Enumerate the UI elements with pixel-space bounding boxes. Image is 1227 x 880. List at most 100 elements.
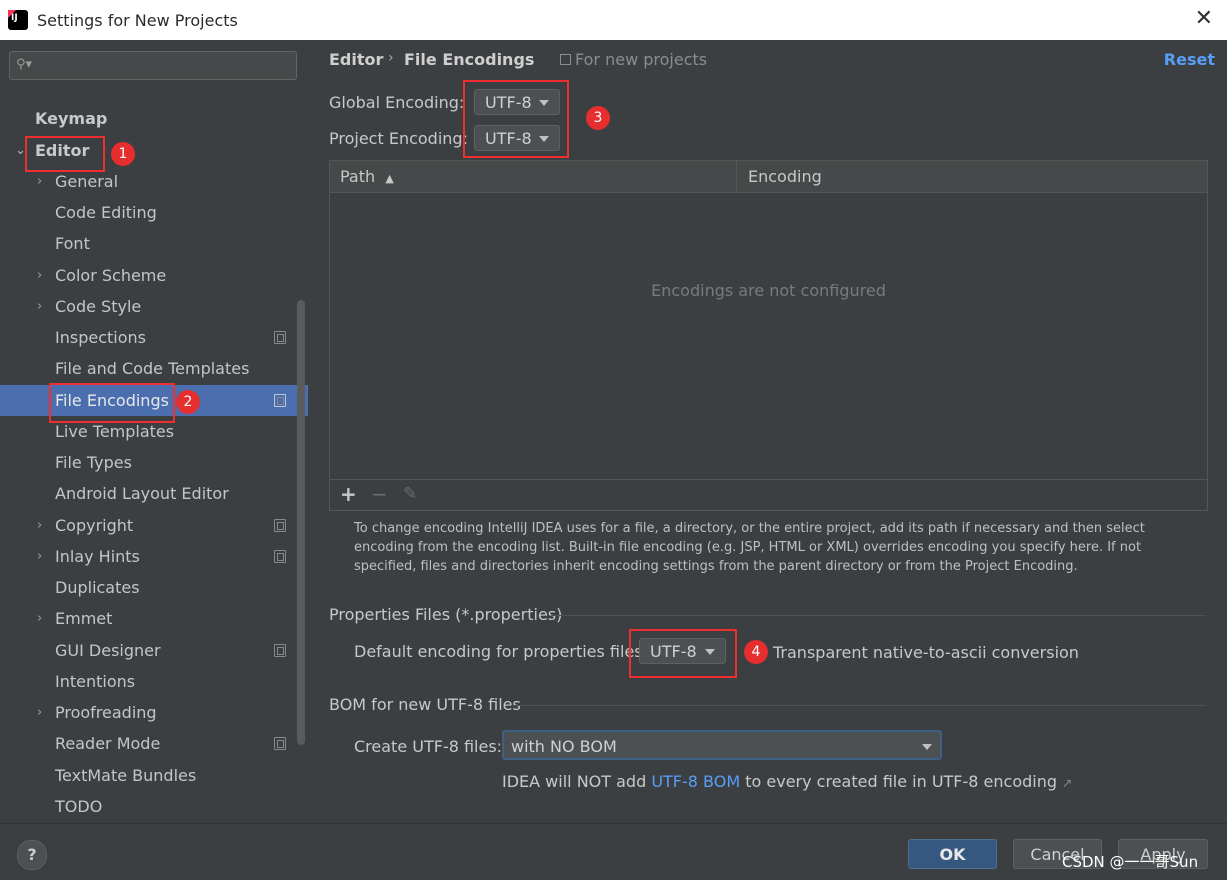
annotation-badge-4: 4 — [744, 640, 768, 664]
sidebar-item-label: Inlay Hints — [55, 547, 140, 566]
column-path-label: Path — [340, 167, 376, 186]
sidebar-item-label: Intentions — [55, 672, 136, 691]
chevron-right-icon[interactable]: › — [37, 541, 42, 572]
bom-note-text-end: to every created file in UTF-8 encoding — [740, 772, 1058, 791]
project-scope-icon — [274, 394, 286, 407]
sidebar-item-label: Duplicates — [55, 578, 140, 597]
sidebar-item-label: Code Style — [55, 297, 142, 316]
sidebar-item-label: Proofreading — [55, 703, 157, 722]
project-scope-icon — [274, 550, 286, 563]
close-icon[interactable]: ✕ — [1195, 6, 1213, 31]
project-scope-icon — [274, 737, 286, 750]
intellij-logo-icon: IJ — [8, 10, 28, 30]
sidebar-item-emmet[interactable]: › Emmet — [0, 603, 308, 634]
sidebar-item-label: GUI Designer — [55, 641, 161, 660]
chevron-right-icon[interactable]: › — [37, 603, 42, 634]
chevron-right-icon[interactable]: › — [37, 260, 42, 291]
chevron-right-icon[interactable]: › — [37, 697, 42, 728]
sidebar-item-android-layout-editor[interactable]: Android Layout Editor — [0, 478, 308, 509]
dropdown-arrow-icon — [922, 744, 932, 750]
sidebar-item-label: Emmet — [55, 609, 113, 628]
for-new-projects-text: For new projects — [575, 50, 708, 69]
table-header: Path ▲ Encoding — [330, 161, 1207, 193]
reset-link[interactable]: Reset — [1164, 50, 1215, 69]
for-new-projects-label: For new projects — [560, 50, 707, 69]
project-scope-icon — [560, 54, 571, 65]
annotation-badge-1: 1 — [111, 142, 135, 166]
sidebar-item-file-and-code-templates[interactable]: File and Code Templates — [0, 353, 308, 384]
properties-section-title: Properties Files (*.properties) — [329, 605, 563, 624]
sidebar-item-label: Android Layout Editor — [55, 484, 229, 503]
sidebar-item-file-types[interactable]: File Types — [0, 447, 308, 478]
add-icon[interactable]: + — [340, 482, 357, 506]
dialog-footer: ? OK Cancel Apply CSDN @一一哥Sun — [0, 823, 1227, 880]
section-divider — [551, 615, 1206, 616]
sidebar-item-keymap[interactable]: Keymap — [0, 103, 308, 134]
sidebar-item-code-style[interactable]: › Code Style — [0, 291, 308, 322]
empty-table-message: Encodings are not configured — [651, 281, 886, 300]
bom-section-title: BOM for new UTF-8 files — [329, 695, 521, 714]
ok-button[interactable]: OK — [908, 839, 997, 869]
bom-select[interactable]: with NO BOM — [502, 730, 942, 760]
sidebar-item-font[interactable]: Font — [0, 228, 308, 259]
bom-note-text: IDEA will NOT add — [502, 772, 652, 791]
sidebar-item-label: TextMate Bundles — [55, 766, 197, 785]
sidebar-item-proofreading[interactable]: › Proofreading — [0, 697, 308, 728]
project-scope-icon — [274, 644, 286, 657]
remove-icon[interactable]: − — [371, 482, 388, 506]
breadcrumb-file-encodings: File Encodings — [404, 50, 535, 69]
column-header-encoding[interactable]: Encoding — [748, 161, 822, 192]
settings-content: Editor › File Encodings For new projects… — [308, 40, 1227, 823]
annotation-box-encodings — [463, 80, 569, 158]
bom-note: IDEA will NOT add UTF-8 BOM to every cre… — [502, 772, 1072, 791]
edit-icon[interactable]: ✎ — [403, 484, 417, 504]
native-to-ascii-checkbox-label[interactable]: Transparent native-to-ascii conversion — [773, 643, 1079, 662]
properties-default-encoding-label: Default encoding for properties files: — [354, 642, 649, 661]
annotation-badge-2: 2 — [176, 390, 200, 414]
column-header-path[interactable]: Path ▲ — [340, 161, 394, 192]
create-utf8-label: Create UTF-8 files: — [354, 737, 503, 756]
sidebar-item-label: TODO — [55, 797, 103, 816]
section-divider — [511, 705, 1206, 706]
sidebar-item-label: File Types — [55, 453, 132, 472]
sidebar-item-label: File and Code Templates — [55, 359, 250, 378]
chevron-right-icon[interactable]: › — [37, 510, 42, 541]
sidebar-item-copyright[interactable]: › Copyright — [0, 510, 308, 541]
annotation-box-properties-encoding — [629, 629, 737, 678]
project-scope-icon — [274, 331, 286, 344]
sidebar-item-label: Color Scheme — [55, 266, 167, 285]
sidebar-item-duplicates[interactable]: Duplicates — [0, 572, 308, 603]
help-button[interactable]: ? — [17, 840, 47, 870]
sidebar-item-code-editing[interactable]: Code Editing — [0, 197, 308, 228]
annotation-badge-3: 3 — [586, 106, 610, 130]
breadcrumb-editor[interactable]: Editor — [329, 50, 383, 69]
utf8-bom-link[interactable]: UTF-8 BOM — [651, 772, 740, 791]
sidebar-item-inspections[interactable]: Inspections — [0, 322, 308, 353]
annotation-box-editor — [25, 136, 105, 172]
sidebar-item-todo[interactable]: TODO — [0, 791, 308, 822]
sidebar-item-intentions[interactable]: Intentions — [0, 666, 308, 697]
chevron-right-icon[interactable]: › — [37, 291, 42, 322]
sidebar-scrollbar[interactable] — [297, 300, 305, 745]
project-scope-icon — [274, 519, 286, 532]
project-encoding-label: Project Encoding: — [329, 129, 468, 148]
bom-select-value: with NO BOM — [511, 737, 617, 756]
search-icon: ⚲▾ — [16, 57, 33, 72]
column-divider — [736, 161, 737, 192]
annotation-box-file-encodings — [49, 383, 175, 423]
table-toolbar: + − ✎ — [330, 479, 1207, 511]
watermark: CSDN @一一哥Sun — [1062, 853, 1199, 871]
global-encoding-label: Global Encoding: — [329, 93, 465, 112]
sidebar-item-inlay-hints[interactable]: › Inlay Hints — [0, 541, 308, 572]
sidebar-item-label: Reader Mode — [55, 734, 161, 753]
window-title: Settings for New Projects — [37, 11, 238, 30]
sidebar-item-label: Keymap — [35, 109, 108, 128]
sidebar-item-color-scheme[interactable]: › Color Scheme — [0, 260, 308, 291]
sidebar-item-textmate-bundles[interactable]: TextMate Bundles — [0, 760, 308, 791]
sidebar-item-reader-mode[interactable]: Reader Mode — [0, 728, 308, 759]
sort-ascending-icon: ▲ — [385, 172, 394, 185]
search-input[interactable]: ⚲▾ — [9, 51, 297, 80]
sidebar-item-label: Font — [55, 234, 90, 253]
sidebar-item-gui-designer[interactable]: GUI Designer — [0, 635, 308, 666]
external-link-icon: ↗ — [1062, 776, 1073, 790]
